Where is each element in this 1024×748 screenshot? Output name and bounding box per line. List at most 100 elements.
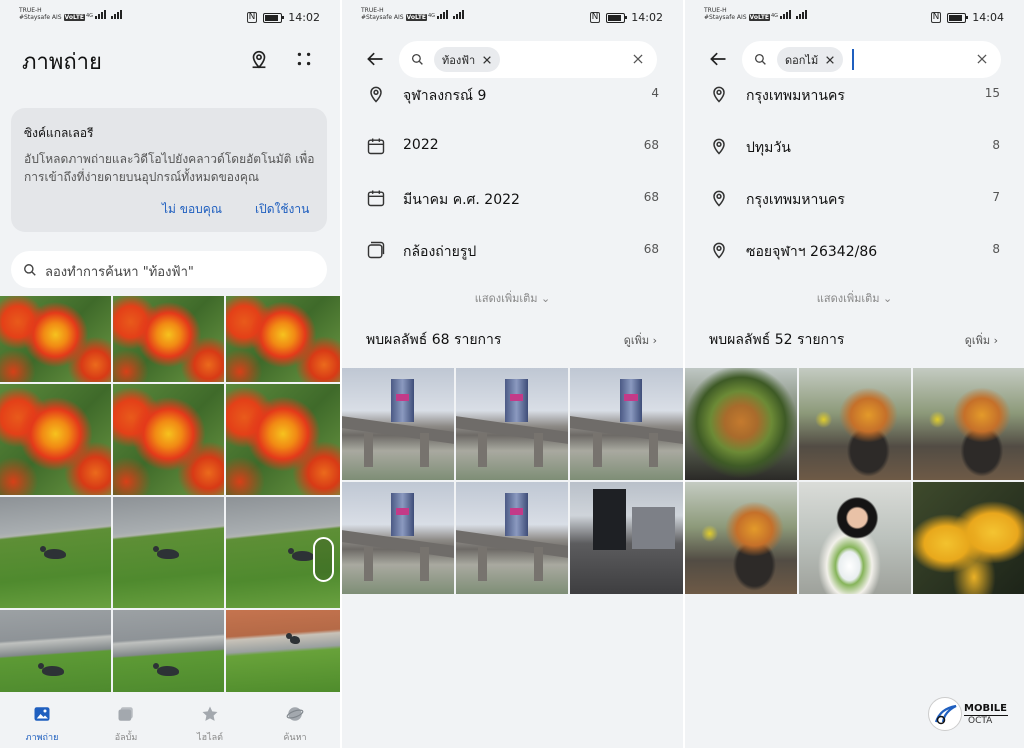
search-input[interactable]: ลองทำการค้นหา "ท้องฟ้า": [11, 251, 327, 288]
photo-thumbnail[interactable]: [113, 296, 224, 382]
result-row-location[interactable]: กรุงเทพมหานคร 7: [685, 181, 1024, 215]
search-input[interactable]: ท้องฟ้า: [399, 41, 657, 78]
photo-thumbnail[interactable]: [913, 368, 1024, 480]
albums-icon: [118, 707, 133, 721]
photo-thumbnail[interactable]: [456, 368, 568, 480]
nav-discover[interactable]: ค้นหา: [265, 694, 325, 748]
carrier-secondary: #Staysafe AIS VoLTE: [704, 14, 771, 21]
photo-thumbnail[interactable]: [226, 296, 340, 382]
sync-card-title: ซิงค์แกลเลอรี: [24, 126, 94, 140]
photo-thumbnail[interactable]: [226, 610, 340, 692]
result-row-location[interactable]: จุฬาลงกรณ์ 9 4: [342, 77, 683, 111]
location-pin-icon[interactable]: [248, 48, 270, 70]
carrier-info: TRUE-H #Staysafe AIS VoLTE: [19, 7, 86, 21]
result-row-month[interactable]: มีนาคม ค.ศ. 2022 68: [342, 181, 683, 215]
bottom-navigation: ภาพถ่าย อัลบั้ม ไฮไลต์ ค้นหา: [0, 694, 340, 748]
sync-gallery-card: ซิงค์แกลเลอรี อัปโหลดภาพถ่ายและวิดีโอไปย…: [11, 108, 327, 232]
clear-search-icon[interactable]: [975, 52, 989, 66]
result-row-location[interactable]: ซอยจุฬาฯ 26342/86 8: [685, 233, 1024, 267]
query-chip: ท้องฟ้า: [434, 47, 501, 72]
row-label: ซอยจุฬาฯ 26342/86: [746, 244, 878, 260]
location-pin-icon: [713, 138, 725, 155]
row-label: กรุงเทพมหานคร: [746, 88, 845, 104]
status-bar: TRUE-H #Staysafe AIS VoLTE 4G N 14:04: [685, 0, 1024, 30]
row-label: กล้องถ่ายรูป: [403, 244, 477, 260]
chevron-down-icon: ⌄: [883, 292, 893, 305]
results-heading: พบผลลัพธ์ 52 รายการ: [709, 332, 845, 348]
photo-thumbnail[interactable]: [799, 482, 911, 594]
chip-close-icon[interactable]: [482, 55, 492, 65]
calendar-icon: [367, 190, 385, 207]
back-arrow-icon[interactable]: [364, 49, 386, 69]
photo-thumbnail[interactable]: [0, 497, 111, 608]
search-input[interactable]: ดอกไม้: [742, 41, 1001, 78]
nav-albums[interactable]: อัลบั้ม: [96, 694, 156, 748]
enable-button[interactable]: เปิดใช้งาน: [255, 200, 309, 219]
photo-thumbnail[interactable]: [342, 482, 454, 594]
photo-thumbnail[interactable]: [685, 368, 797, 480]
row-label: กรุงเทพมหานคร: [746, 192, 845, 208]
nfc-icon: N: [246, 12, 258, 23]
photo-thumbnail[interactable]: [113, 610, 224, 692]
photo-grid: [0, 296, 340, 692]
search-results-flower-screen: TRUE-H #Staysafe AIS VoLTE 4G N 14:04 ดอ…: [685, 0, 1024, 748]
decline-button[interactable]: ไม่ ขอบคุณ: [162, 200, 222, 219]
signal-icon: 4G: [771, 10, 808, 19]
view-more-link[interactable]: ดูเพิ่ม ›: [965, 331, 998, 349]
carrier-info: TRUE-H #Staysafe AIS VoLTE: [361, 7, 428, 21]
mobile-octa-logo-icon: [928, 697, 962, 731]
clear-search-icon[interactable]: [631, 52, 645, 66]
row-label: ปทุมวัน: [746, 140, 791, 156]
scroll-handle[interactable]: [313, 537, 334, 582]
chip-close-icon[interactable]: [825, 55, 835, 65]
photo-thumbnail[interactable]: [456, 482, 568, 594]
photo-thumbnail[interactable]: [113, 497, 224, 608]
result-row-location[interactable]: ปทุมวัน 8: [685, 129, 1024, 163]
photo-thumbnail[interactable]: [113, 384, 224, 495]
query-chip-label: ท้องฟ้า: [442, 53, 476, 67]
row-count: 8: [992, 138, 1000, 152]
page-title: ภาพถ่าย: [22, 50, 102, 75]
show-more-button[interactable]: แสดงเพิ่มเติม ⌄: [685, 289, 1024, 307]
text-cursor: [852, 49, 854, 70]
status-time: 14:02: [631, 11, 663, 24]
photo-thumbnail[interactable]: [342, 368, 454, 480]
more-dots-icon[interactable]: [293, 48, 315, 70]
location-pin-icon: [713, 86, 725, 103]
photo-thumbnail[interactable]: [226, 384, 340, 495]
nav-highlights[interactable]: ไฮไลต์: [180, 694, 240, 748]
photo-thumbnail[interactable]: [0, 610, 111, 692]
photo-thumbnail[interactable]: [913, 482, 1024, 594]
row-count: 68: [643, 190, 659, 204]
photo-thumbnail[interactable]: [0, 296, 111, 382]
search-icon: [754, 53, 766, 65]
discover-icon: [286, 707, 304, 721]
result-row-album[interactable]: กล้องถ่ายรูป 68: [342, 233, 683, 267]
row-label: มีนาคม ค.ศ. 2022: [403, 192, 520, 208]
nav-highlights-label: ไฮไลต์: [197, 733, 223, 743]
nav-photos[interactable]: ภาพถ่าย: [12, 694, 72, 748]
nav-photos-label: ภาพถ่าย: [25, 733, 59, 743]
photo-grid: [342, 368, 683, 594]
nfc-icon: N: [589, 12, 601, 23]
mobile-octa-watermark: MOBILE OCTA: [928, 697, 1012, 733]
result-row-location[interactable]: กรุงเทพมหานคร 15: [685, 77, 1024, 111]
status-time: 14:04: [972, 11, 1004, 24]
row-count: 4: [651, 86, 659, 100]
result-row-year[interactable]: 2022 68: [342, 129, 683, 163]
row-count: 68: [643, 138, 659, 152]
signal-icon: 4G: [428, 10, 465, 19]
search-placeholder: ลองทำการค้นหา "ท้องฟ้า": [45, 265, 194, 280]
row-count: 7: [992, 190, 1000, 204]
photo-thumbnail[interactable]: [685, 482, 797, 594]
photo-thumbnail[interactable]: [570, 482, 683, 594]
show-more-button[interactable]: แสดงเพิ่มเติม ⌄: [342, 289, 683, 307]
photo-thumbnail[interactable]: [0, 384, 111, 495]
photo-thumbnail[interactable]: [799, 368, 911, 480]
back-arrow-icon[interactable]: [707, 49, 729, 69]
view-more-link[interactable]: ดูเพิ่ม ›: [624, 331, 657, 349]
row-label: จุฬาลงกรณ์ 9: [403, 88, 487, 104]
photo-thumbnail[interactable]: [570, 368, 683, 480]
chevron-right-icon: ›: [993, 334, 998, 347]
carrier-secondary: #Staysafe AIS VoLTE: [361, 14, 428, 21]
